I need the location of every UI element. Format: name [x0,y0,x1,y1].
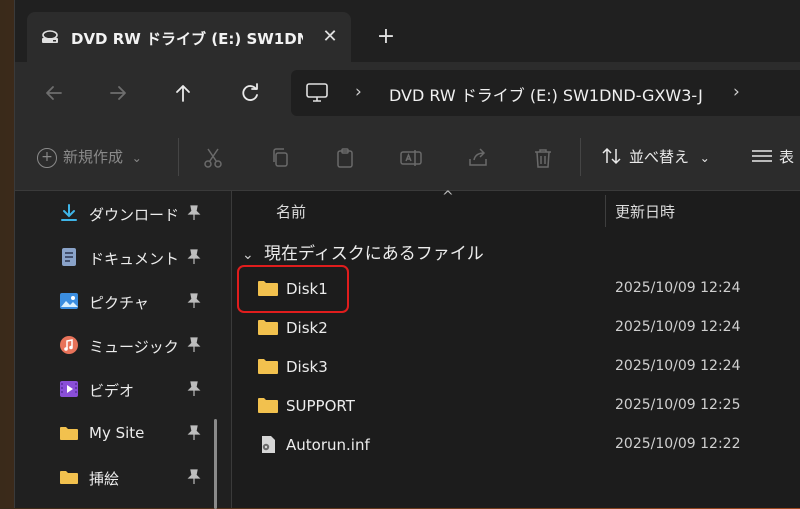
settings-file-icon [262,436,275,453]
chevron-down-icon: ⌄ [242,247,254,263]
folder-icon [60,471,78,484]
view-button[interactable]: 表 [751,146,794,167]
sidebar-item-pictures[interactable]: ピクチャ [59,287,209,317]
picture-icon [60,293,78,309]
paste-icon[interactable] [333,146,357,170]
group-header[interactable]: ⌄ 現在ディスクにあるファイル [242,239,484,264]
folder-icon [258,320,278,335]
pin-icon[interactable] [187,205,201,221]
dvd-drive-icon [42,30,58,43]
refresh-icon[interactable] [235,78,265,108]
file-date: 2025/10/09 12:24 [615,280,741,296]
arrow-up-icon[interactable] [168,78,198,108]
list-item[interactable]: Autorun.inf 2025/10/09 12:22 [242,427,787,463]
arrow-right-icon[interactable] [103,78,133,108]
folder-icon [60,427,78,440]
sort-caret-icon: ^ [442,189,454,205]
pin-icon[interactable] [187,337,201,353]
file-date: 2025/10/09 12:25 [615,397,741,413]
column-header-name[interactable]: 名前 [276,201,306,222]
this-pc-icon[interactable] [305,82,329,104]
column-divider[interactable] [605,195,606,227]
close-tab-icon[interactable]: ✕ [317,24,343,50]
sidebar-item-music[interactable]: ミュージック [59,331,209,361]
toolbar-divider [178,138,179,176]
sidebar-scrollbar[interactable] [214,419,217,509]
sidebar-item-videos[interactable]: ビデオ [59,375,209,405]
file-list: ^ 名前 更新日時 ⌄ 現在ディスクにあるファイル Disk1 2025/10/0… [232,189,800,508]
cut-icon[interactable] [201,146,225,170]
video-icon [60,381,78,397]
view-label: 表 [779,148,795,166]
pin-icon[interactable] [187,381,201,397]
new-button[interactable]: + 新規作成 ⌄ [37,146,142,170]
copy-icon[interactable] [268,146,292,170]
file-name: Disk3 [286,358,328,376]
file-name: Disk2 [286,319,328,337]
new-tab-button[interactable]: + [373,24,399,50]
folder-icon [258,398,278,413]
pin-icon[interactable] [187,425,201,441]
file-explorer-window: DVD RW ドライブ (E:) SW1DND-GXW3-J ✕ + › DVD… [14,0,800,509]
breadcrumb-chevron[interactable]: › [355,82,362,102]
list-item[interactable]: Disk2 2025/10/09 12:24 [242,310,787,346]
pin-icon[interactable] [187,469,201,485]
plus-icon: + [37,147,57,168]
sort-button[interactable]: 並べ替え ⌄ [601,146,710,167]
document-icon [62,248,76,266]
new-label: 新規作成 [63,148,124,166]
breadcrumb-current[interactable]: DVD RW ドライブ (E:) SW1DND-GXW3-J [389,82,703,106]
list-item[interactable]: Disk3 2025/10/09 12:24 [242,349,787,385]
list-item[interactable]: SUPPORT 2025/10/09 12:25 [242,388,787,424]
pin-icon[interactable] [187,249,201,265]
sidebar-item-label: ビデオ [89,382,135,400]
red-highlight-box [237,265,349,313]
share-icon[interactable] [466,146,490,170]
music-icon [60,336,78,354]
sidebar-item-my-site[interactable]: My Site [59,419,209,449]
sidebar-item-documents[interactable]: ドキュメント [59,243,209,273]
breadcrumb-chevron-end[interactable]: › [733,82,740,102]
sidebar-item-label: ミュージック [89,338,179,356]
chevron-down-icon: ⌄ [131,151,142,165]
sidebar-item-label: My Site [89,424,145,442]
download-icon [61,204,77,221]
sort-label: 並べ替え [629,148,690,166]
sidebar-item-label: ドキュメント [89,250,180,268]
tab-title: DVD RW ドライブ (E:) SW1DND-GXW3-J [71,30,303,48]
toolbar-divider [580,138,581,176]
sidebar-item-downloads[interactable]: ダウンロード [59,199,209,229]
sidebar-item-illustrations[interactable]: 挿絵 [59,463,209,493]
file-date: 2025/10/09 12:24 [615,358,741,374]
sidebar-item-label: 挿絵 [89,470,120,488]
column-header-date-modified[interactable]: 更新日時 [615,201,675,222]
title-bar: DVD RW ドライブ (E:) SW1DND-GXW3-J ✕ + [15,0,800,62]
folder-icon [258,359,278,374]
navigation-bar: › DVD RW ドライブ (E:) SW1DND-GXW3-J › [15,62,800,124]
arrow-left-icon[interactable] [39,78,69,108]
sidebar-item-label: ピクチャ [89,294,149,312]
file-date: 2025/10/09 12:24 [615,319,741,335]
navigation-pane: ダウンロード ドキュメント ピクチャ ミュージック ビデオ My Site 挿絵 [15,191,231,509]
tab-dvd-drive[interactable]: DVD RW ドライブ (E:) SW1DND-GXW3-J ✕ [27,12,351,62]
chevron-down-icon: ⌄ [699,151,710,165]
command-bar: + 新規作成 ⌄ 並べ替え ⌄ 表 [15,124,800,191]
view-list-icon [752,150,772,162]
delete-icon[interactable] [531,146,555,170]
address-bar[interactable]: › DVD RW ドライブ (E:) SW1DND-GXW3-J › [291,70,800,116]
sidebar-item-label: ダウンロード [89,206,180,224]
rename-icon[interactable] [399,146,423,170]
sort-icon [602,147,621,165]
file-name: SUPPORT [286,397,355,415]
group-label: 現在ディスクにあるファイル [264,244,484,264]
file-name: Autorun.inf [286,436,370,454]
file-date: 2025/10/09 12:22 [615,436,741,452]
pin-icon[interactable] [187,293,201,309]
